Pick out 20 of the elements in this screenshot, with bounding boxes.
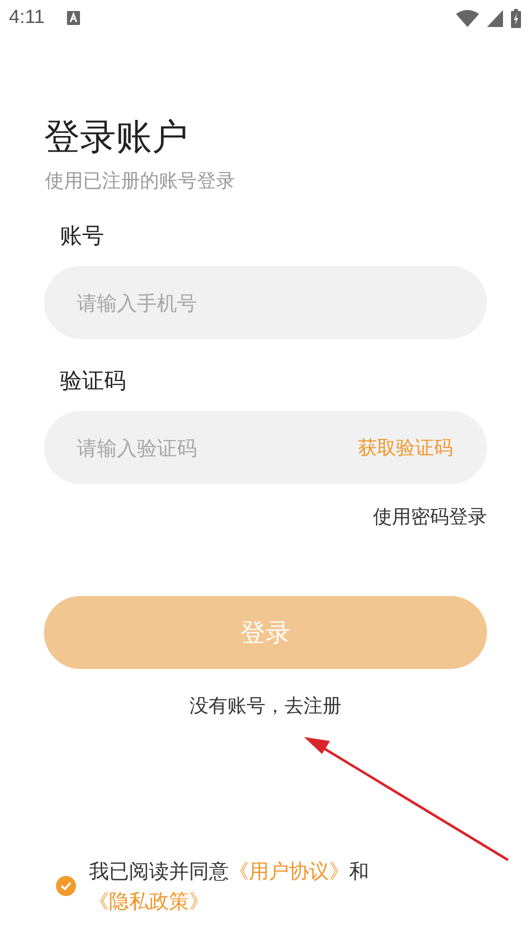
get-code-button[interactable]: 获取验证码 — [358, 434, 453, 460]
field-label: 验证码 — [60, 368, 127, 396]
agreement-text: 我已阅读并同意《用户协议》和 《隐私政策》 — [89, 858, 370, 915]
wifi-icon — [456, 10, 479, 26]
agreement-checkbox[interactable] — [56, 876, 76, 896]
register-link[interactable]: 没有账号，去注册 — [190, 693, 342, 719]
text-input[interactable]: 请输入验证码 — [75, 434, 358, 460]
input-field[interactable]: 请输入验证码 获取验证码 — [44, 411, 487, 484]
input-field[interactable]: 请输入手机号 — [44, 266, 487, 339]
subtitle: 使用已注册的账号登录 — [45, 169, 236, 194]
keyboard-notification-icon — [66, 11, 80, 25]
text-input[interactable]: 请输入手机号 — [75, 290, 453, 316]
status-time: 4:11 — [9, 7, 45, 29]
battery-icon — [511, 8, 521, 28]
agreement-link[interactable]: 《隐私政策》 — [89, 889, 209, 913]
signal-icon — [487, 10, 503, 26]
field-label: 账号 — [60, 223, 105, 251]
password-login-link[interactable]: 使用密码登录 — [373, 504, 487, 530]
page-title: 登录账户 — [44, 116, 189, 160]
agreement-link[interactable]: 《用户协议》 — [229, 859, 349, 883]
